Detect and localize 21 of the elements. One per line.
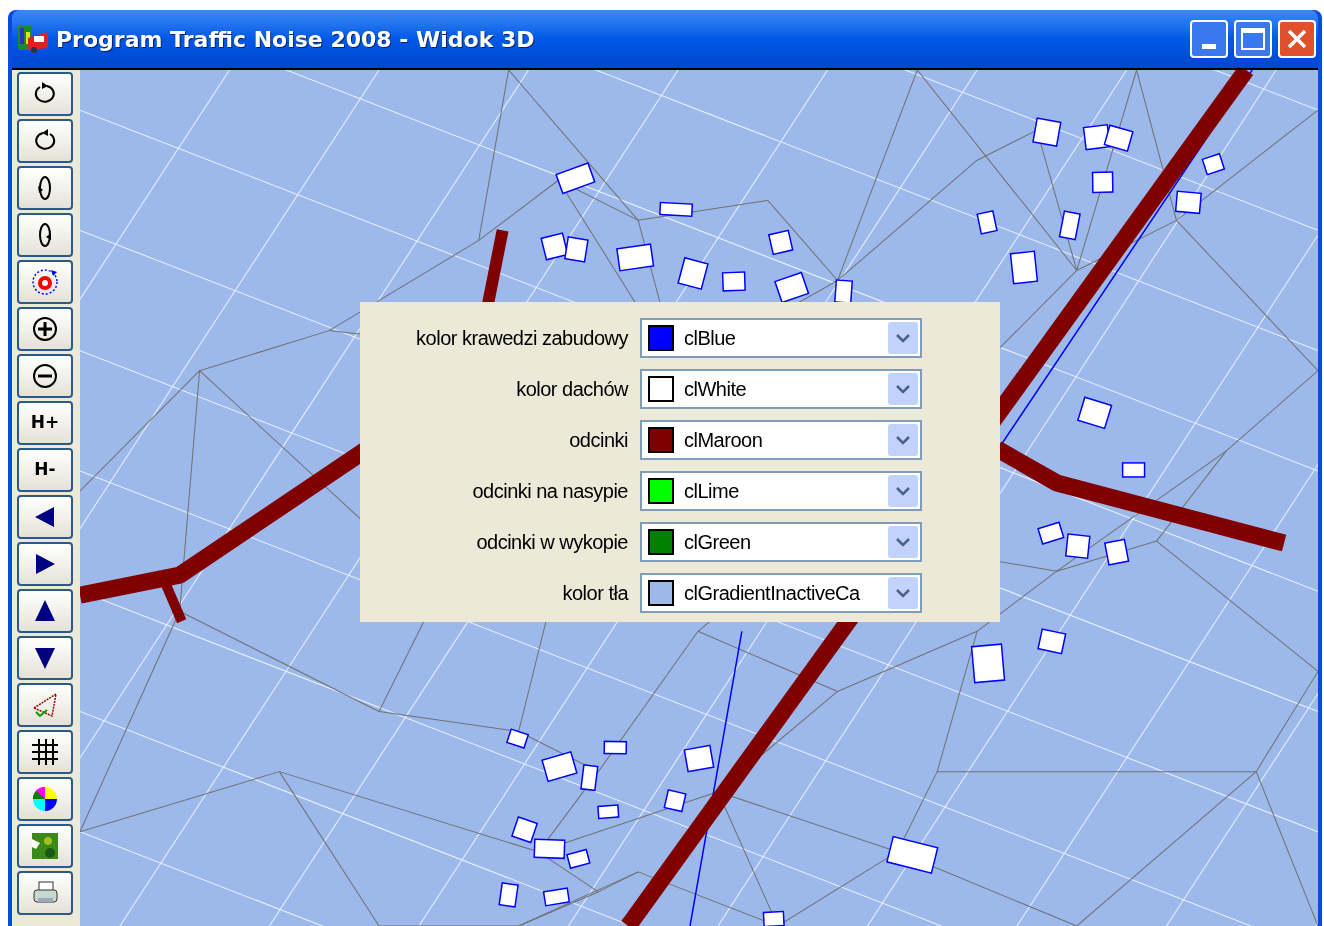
setting-label: odcinki: [569, 428, 628, 453]
color-dropdown[interactable]: clGradientInactiveCa: [640, 573, 922, 613]
dropdown-value: clWhite: [684, 377, 748, 402]
dropdown-value: clBlue: [684, 326, 737, 351]
setting-label: kolor dachów: [516, 377, 628, 402]
color-dropdown[interactable]: clMaroon: [640, 420, 922, 460]
dropdown-value: clGreen: [684, 530, 752, 555]
window-title: Program Traffic Noise 2008 - Widok 3D: [56, 25, 535, 54]
dropdown-value: clLime: [684, 479, 740, 504]
setting-label: kolor tła: [562, 581, 628, 606]
dropdown-value: clMaroon: [684, 428, 764, 453]
dropdown-value: clGradientInactiveCa: [684, 581, 861, 606]
color-dropdown[interactable]: clLime: [640, 471, 922, 511]
toolbar-button[interactable]: H-: [17, 448, 73, 492]
setting-label: odcinki w wykopie: [476, 530, 628, 555]
setting-label: kolor krawedzi zabudowy: [416, 326, 628, 351]
color-dropdown[interactable]: clGreen: [640, 522, 922, 562]
setting-label: odcinki na nasypie: [472, 479, 628, 504]
color-dropdown[interactable]: clWhite: [640, 369, 922, 409]
toolbar-button[interactable]: H+: [17, 401, 73, 445]
color-dropdown[interactable]: clBlue: [640, 318, 922, 358]
